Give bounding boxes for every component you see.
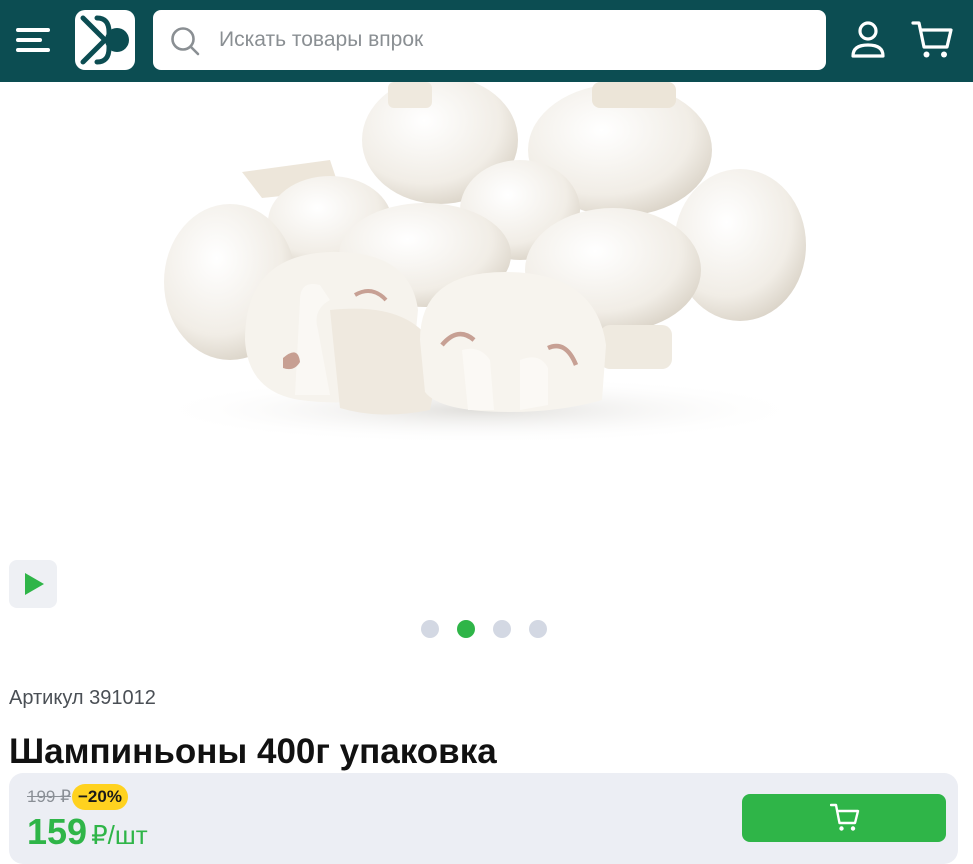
- search-bar[interactable]: [153, 10, 826, 70]
- price-panel: 199 ₽ −20% 159 ₽/шт: [9, 773, 958, 864]
- hamburger-menu-icon[interactable]: [14, 22, 54, 58]
- discount-badge: −20%: [72, 784, 128, 810]
- gallery-dot-3[interactable]: [493, 620, 511, 638]
- price-unit: ₽/шт: [91, 820, 148, 850]
- current-price: 159 ₽/шт: [27, 811, 148, 853]
- play-video-button[interactable]: [9, 560, 57, 608]
- cart-icon[interactable]: [911, 18, 955, 62]
- user-icon[interactable]: [846, 18, 890, 62]
- product-title: Шампиньоны 400г упаковка: [9, 732, 497, 771]
- gallery-dot-4[interactable]: [529, 620, 547, 638]
- gallery-dot-1[interactable]: [421, 620, 439, 638]
- cart-icon: [830, 803, 860, 831]
- price-value: 159: [27, 811, 88, 852]
- play-icon: [25, 573, 44, 595]
- product-sku: Артикул 391012: [9, 687, 156, 709]
- add-to-cart-button[interactable]: [742, 794, 946, 842]
- gallery-pagination: [421, 620, 551, 638]
- old-price: 199 ₽: [27, 787, 71, 806]
- store-logo[interactable]: [75, 10, 135, 70]
- search-input[interactable]: [219, 10, 809, 70]
- product-image[interactable]: [0, 82, 973, 552]
- gallery-dot-2[interactable]: [457, 620, 475, 638]
- top-bar: [0, 0, 973, 82]
- search-icon: [171, 27, 200, 56]
